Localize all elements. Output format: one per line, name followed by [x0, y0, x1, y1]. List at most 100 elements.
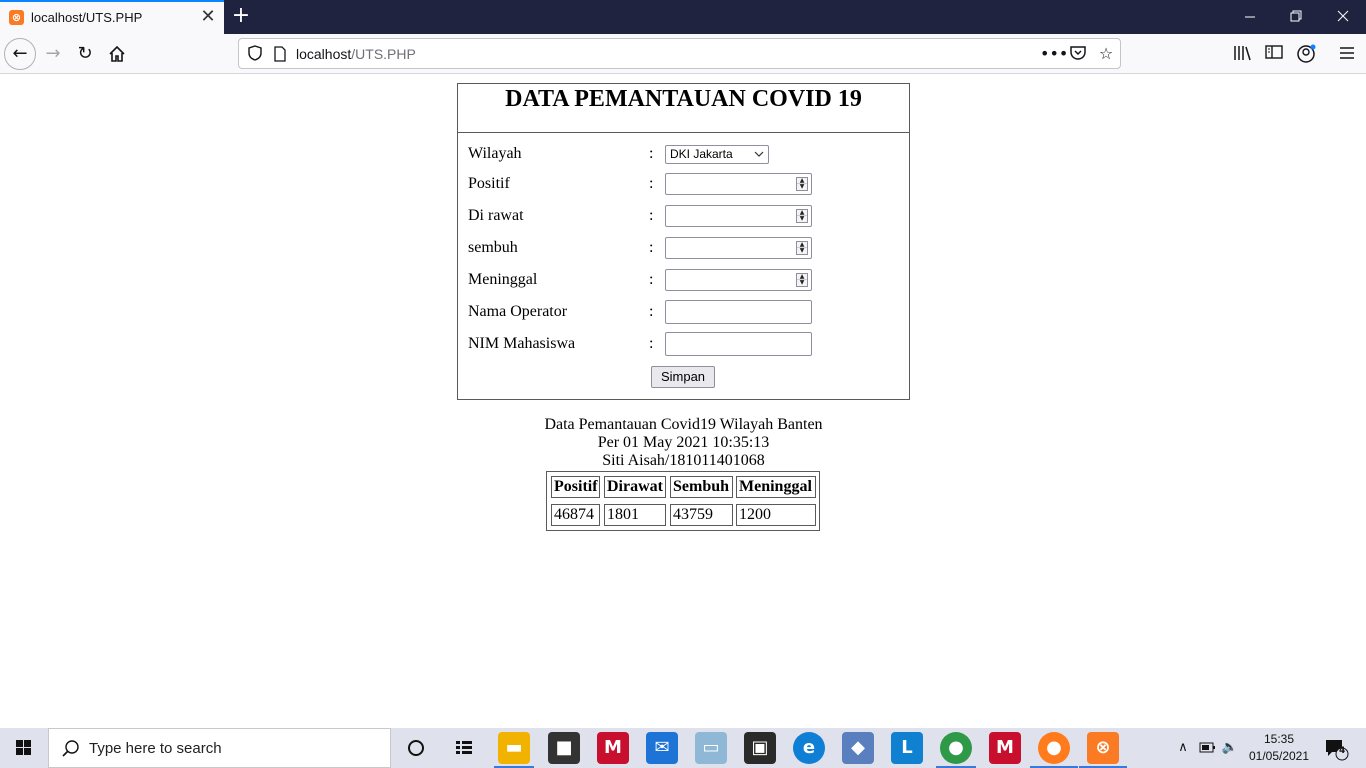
dirawat-label: Di rawat: [468, 207, 524, 224]
report-date: Per 01 May 2021 10:35:13: [597, 434, 770, 451]
page-actions-icon[interactable]: •••: [1040, 44, 1068, 64]
positif-spinner[interactable]: ▲ ▼: [796, 177, 808, 191]
edge-icon[interactable]: e: [793, 732, 825, 764]
tracking-shield-icon[interactable]: [247, 45, 263, 61]
simpan-button[interactable]: Simpan: [651, 366, 715, 388]
terminal-app-icon[interactable]: ■: [548, 732, 580, 764]
url-path: /UTS.PHP: [351, 46, 416, 62]
value-meninggal: 1200: [736, 504, 816, 526]
l-app-icon[interactable]: L: [891, 732, 923, 764]
task-view-icon[interactable]: [448, 732, 480, 764]
windows-start-icon[interactable]: [0, 728, 48, 768]
dirawat-number-input[interactable]: ▲ ▼: [665, 205, 812, 227]
browser-navbar: ← → ↻ localhost/UTS.PHP ••• ☆: [0, 34, 1366, 74]
spin-down-icon[interactable]: ▼: [797, 280, 807, 286]
mcafee-icon[interactable]: M: [989, 732, 1021, 764]
covid-form: DATA PEMANTAUAN COVID 19 Wilayah : DKI J…: [457, 83, 910, 400]
tab-title: localhost/UTS.PHP: [31, 10, 143, 25]
library-icon[interactable]: [1231, 44, 1253, 66]
sembuh-spinner[interactable]: ▲ ▼: [796, 241, 808, 255]
sembuh-label: sembuh: [468, 239, 518, 256]
dirawat-spinner[interactable]: ▲ ▼: [796, 209, 808, 223]
positif-number-input[interactable]: ▲ ▼: [665, 173, 812, 195]
colon: :: [649, 303, 654, 320]
meninggal-spinner[interactable]: ▲ ▼: [796, 273, 808, 287]
value-positif: 46874: [551, 504, 600, 526]
volume-icon[interactable]: 🔈: [1220, 728, 1240, 768]
browser-tab-strip: ⊗ localhost/UTS.PHP ✕ +: [0, 0, 1366, 34]
operator-label: Nama Operator: [468, 303, 568, 320]
reload-icon[interactable]: ↻: [69, 38, 101, 70]
mail-icon[interactable]: ✉: [646, 732, 678, 764]
firefox-icon[interactable]: ●: [1038, 732, 1070, 764]
bookmark-star-icon[interactable]: ☆: [1096, 44, 1116, 64]
report-operator: Siti Aisah/181011401068: [602, 452, 765, 469]
value-dirawat: 1801: [604, 504, 666, 526]
mcafee-icon[interactable]: M: [597, 732, 629, 764]
xampp-favicon-icon: ⊗: [9, 10, 24, 25]
wilayah-select[interactable]: DKI Jakarta: [665, 145, 769, 164]
show-hidden-icons-icon[interactable]: ∧: [1174, 728, 1192, 768]
value-sembuh: 43759: [670, 504, 733, 526]
chevron-down-icon: [754, 151, 764, 157]
report-heading: Data Pemantauan Covid19 Wilayah Banten P…: [457, 416, 910, 470]
taskbar-clock[interactable]: 15:35 01/05/2021: [1247, 731, 1311, 765]
close-window-icon[interactable]: [1320, 6, 1366, 28]
url-text[interactable]: localhost/UTS.PHP: [296, 46, 416, 62]
cortana-icon[interactable]: [400, 732, 432, 764]
taskbar-search-box[interactable]: Type here to search: [48, 728, 391, 768]
colon: :: [649, 175, 654, 192]
spin-down-icon[interactable]: ▼: [797, 216, 807, 222]
header-meninggal: Meninggal: [736, 476, 816, 498]
windows-taskbar: Type here to search ▬ ■ M ✉ ▭ ▣ e ◆ L ● …: [0, 728, 1366, 768]
restore-icon[interactable]: [1273, 6, 1319, 28]
account-icon[interactable]: [1295, 44, 1317, 66]
notification-center-icon[interactable]: 4: [1322, 728, 1350, 768]
pocket-icon[interactable]: [1068, 44, 1088, 64]
notes-app-icon[interactable]: ▭: [695, 732, 727, 764]
header-positif: Positif: [551, 476, 600, 498]
wilayah-selected-value: DKI Jakarta: [670, 147, 733, 161]
header-sembuh: Sembuh: [670, 476, 733, 498]
back-icon[interactable]: ←: [4, 38, 36, 70]
page-content: DATA PEMANTAUAN COVID 19 Wilayah : DKI J…: [0, 75, 1366, 728]
url-bar[interactable]: localhost/UTS.PHP ••• ☆: [238, 38, 1121, 69]
nim-label: NIM Mahasiswa: [468, 335, 576, 352]
tab-close-icon[interactable]: ✕: [199, 7, 217, 27]
menu-icon[interactable]: [1336, 44, 1358, 66]
home-icon[interactable]: [101, 38, 133, 70]
header-dirawat: Dirawat: [604, 476, 666, 498]
store-icon[interactable]: ▣: [744, 732, 776, 764]
operator-text-input[interactable]: [665, 300, 812, 324]
virtualbox-icon[interactable]: ◆: [842, 732, 874, 764]
nim-text-input[interactable]: [665, 332, 812, 356]
minimize-icon[interactable]: [1227, 6, 1273, 28]
meninggal-label: Meninggal: [468, 271, 538, 288]
wilayah-label: Wilayah: [468, 145, 522, 162]
colon: :: [649, 271, 654, 288]
page-info-icon[interactable]: [273, 46, 287, 62]
clock-time: 15:35: [1263, 732, 1295, 746]
new-tab-icon[interactable]: +: [229, 3, 253, 29]
search-icon: [62, 740, 79, 757]
report-title: Data Pemantauan Covid19 Wilayah Banten: [544, 416, 823, 433]
sembuh-number-input[interactable]: ▲ ▼: [665, 237, 812, 259]
file-explorer-icon[interactable]: ▬: [498, 732, 530, 764]
positif-label: Positif: [468, 175, 510, 192]
url-host: localhost: [296, 46, 352, 62]
clock-date: 01/05/2021: [1248, 749, 1310, 763]
spin-down-icon[interactable]: ▼: [797, 184, 807, 190]
spin-down-icon[interactable]: ▼: [797, 248, 807, 254]
chrome-icon[interactable]: ●: [940, 732, 972, 764]
form-title: DATA PEMANTAUAN COVID 19: [505, 86, 862, 112]
battery-icon[interactable]: [1198, 728, 1216, 768]
colon: :: [649, 239, 654, 256]
xampp-icon[interactable]: ⊗: [1087, 732, 1119, 764]
meninggal-number-input[interactable]: ▲ ▼: [665, 269, 812, 291]
search-placeholder: Type here to search: [89, 740, 222, 757]
browser-tab[interactable]: ⊗ localhost/UTS.PHP ✕: [0, 0, 224, 34]
forward-icon[interactable]: →: [37, 38, 69, 70]
form-header: DATA PEMANTAUAN COVID 19: [458, 84, 909, 133]
sidebar-icon[interactable]: [1263, 44, 1285, 66]
colon: :: [649, 207, 654, 224]
